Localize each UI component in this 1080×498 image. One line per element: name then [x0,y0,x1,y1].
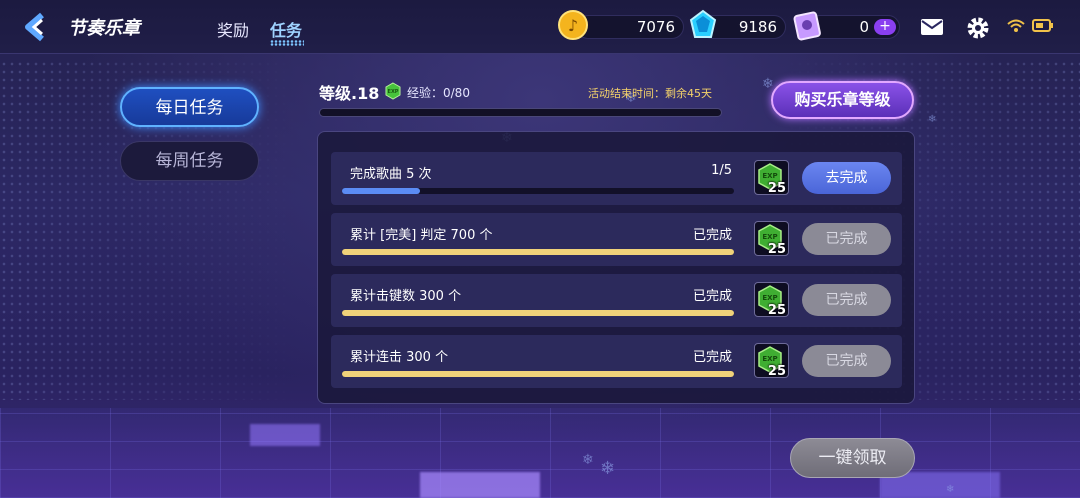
coin-icon: ♪ [556,8,590,42]
task-title: 完成歌曲 5 次 [350,167,432,182]
reward-badge-label: EXP [762,355,777,363]
task-progress-bar [342,310,734,316]
task-progress-fill [342,371,734,377]
page-title: 节奏乐章 [68,18,140,39]
task-title: 累计连击 300 个 [350,350,449,365]
level-progress-bar [319,108,722,117]
reward-badge-label: EXP [762,233,777,241]
reward-amount: 25 [767,303,786,318]
task-completed-button[interactable]: 已完成 [802,345,891,377]
coin-counter: 7076 [576,15,684,39]
task-completed-button[interactable]: 已完成 [802,284,891,316]
coin-amount: 7076 [636,18,675,36]
top-bar: 节奏乐章 奖励 任务 7076 ♪ 9186 0 + [0,0,1080,54]
task-reward: EXP 25 [754,282,789,318]
active-tab-indicator [270,40,304,46]
event-end-time: 活动结束时间：剩余45天 [588,87,712,100]
gem-icon [686,8,720,42]
sidebar-item-daily-tasks[interactable]: 每日任务 [120,87,259,127]
task-row: 累计连击 300 个 已完成 EXP 25 已完成 [331,335,902,388]
gear-icon[interactable] [966,16,990,39]
claim-all-button[interactable]: 一键领取 [790,438,915,478]
task-progress-fill [342,249,734,255]
reward-amount: 25 [767,364,786,379]
exp-hexagon-icon: EXP [384,82,402,100]
task-title: 累计击键数 300 个 [350,289,462,304]
exp-badge-label: EXP [388,89,399,95]
back-arrow-icon[interactable] [22,12,52,42]
task-progress-bar [342,188,734,194]
task-completed-button[interactable]: 已完成 [802,223,891,255]
snowflake-decoration: ❄ [928,114,937,125]
snowflake-decoration: ❄ [582,452,594,468]
snowflake-decoration: ❄ [600,458,616,479]
task-progress-bar [342,371,734,377]
gem-amount: 9186 [738,18,777,36]
task-status: 已完成 [692,350,732,365]
snowflake-decoration: ❄ [762,76,774,92]
task-status: 已完成 [692,289,732,304]
task-row: 累计 [完美] 判定 700 个 已完成 EXP 25 已完成 [331,213,902,266]
level-label: 等级.18 [319,84,380,103]
sidebar-item-weekly-tasks[interactable]: 每周任务 [120,141,259,181]
ticket-amount: 0 [859,18,869,36]
snowflake-decoration: ❄ [946,484,955,495]
reward-amount: 25 [767,242,786,257]
task-progress-bar [342,249,734,255]
reward-badge-label: EXP [762,172,777,180]
task-row: 完成歌曲 5 次 1/5 EXP 25 去完成 [331,152,902,205]
buy-level-button[interactable]: 购买乐章等级 [771,81,914,119]
tab-rewards[interactable]: 奖励 [217,17,249,41]
mail-icon[interactable] [920,16,944,38]
task-title: 累计 [完美] 判定 700 个 [350,228,493,243]
task-panel: 完成歌曲 5 次 1/5 EXP 25 去完成 累计 [完美] 判定 700 个已完成 EX… [317,131,915,404]
battery-icon [1032,16,1054,38]
task-progress-fill [342,188,421,194]
reward-amount: 25 [767,181,786,196]
add-ticket-button[interactable]: + [874,19,896,35]
reward-badge-label: EXP [762,294,777,302]
ticket-icon [790,8,824,42]
task-row: 累计击键数 300 个 已完成 EXP 25 已完成 [331,274,902,327]
task-progress-fill [342,310,734,316]
task-status: 已完成 [692,228,732,243]
floor-light-tile [420,472,540,498]
task-go-button[interactable]: 去完成 [802,162,891,194]
task-reward: EXP 25 [754,221,789,257]
floor-light-tile [250,424,320,446]
exp-progress-text: 经验：0/80 [407,86,470,100]
task-reward: EXP 25 [754,343,789,379]
svg-text:♪: ♪ [568,16,578,35]
tab-tasks[interactable]: 任务 [270,17,302,41]
wifi-icon [1006,16,1026,38]
task-status: 1/5 [711,163,732,178]
task-reward: EXP 25 [754,160,789,196]
